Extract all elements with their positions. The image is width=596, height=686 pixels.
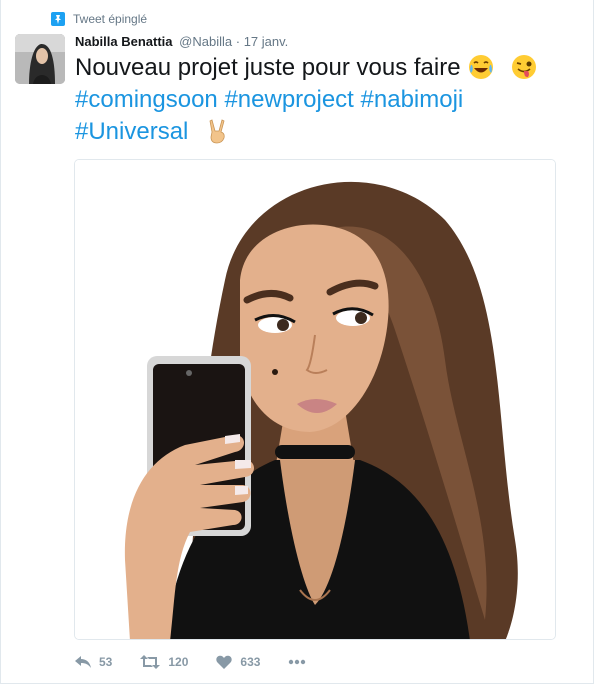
like-count: 633 bbox=[240, 655, 261, 669]
reply-count: 53 bbox=[99, 655, 113, 669]
retweet-icon bbox=[140, 655, 161, 669]
tweet-date[interactable]: 17 janv. bbox=[244, 34, 289, 49]
tweet-card[interactable]: Tweet épinglé Nabilla Benattia @Nabilla … bbox=[0, 0, 594, 684]
author-handle[interactable]: @Nabilla bbox=[179, 34, 232, 49]
retweet-button[interactable]: 120 bbox=[140, 655, 188, 669]
heart-icon bbox=[216, 655, 233, 669]
pinned-label: Tweet épinglé bbox=[73, 12, 148, 26]
like-button[interactable]: 633 bbox=[216, 655, 260, 669]
separator-dot: · bbox=[235, 34, 241, 49]
avatar[interactable] bbox=[15, 34, 65, 84]
hashtag-link[interactable]: #newproject bbox=[224, 86, 353, 113]
emoji-portrait-illustration bbox=[75, 160, 555, 639]
hashtag-link[interactable]: #nabimoji bbox=[361, 86, 464, 113]
more-icon bbox=[289, 659, 306, 665]
tweet-text: Nouveau projet juste pour vous faire #co… bbox=[75, 52, 575, 148]
winking-tongue-icon bbox=[511, 55, 536, 79]
retweet-count: 120 bbox=[168, 655, 189, 669]
tears-of-joy-icon bbox=[469, 55, 494, 79]
tweet-header: Nabilla Benattia @Nabilla · 17 janv. bbox=[75, 34, 288, 49]
reply-icon bbox=[75, 656, 91, 668]
tweet-actions: 53 120 633 bbox=[75, 651, 334, 673]
reply-button[interactable]: 53 bbox=[75, 655, 112, 669]
tweet-image[interactable] bbox=[74, 159, 556, 640]
pin-icon bbox=[51, 12, 65, 26]
hashtag-link[interactable]: #comingsoon bbox=[75, 86, 218, 113]
tweet-body: Nouveau projet juste pour vous faire bbox=[75, 54, 461, 81]
hashtag-link[interactable]: #Universal bbox=[75, 118, 188, 145]
more-button[interactable] bbox=[288, 659, 306, 665]
author-name[interactable]: Nabilla Benattia bbox=[75, 34, 173, 49]
pinned-indicator: Tweet épinglé bbox=[51, 10, 147, 28]
victory-hand-icon bbox=[209, 119, 225, 144]
